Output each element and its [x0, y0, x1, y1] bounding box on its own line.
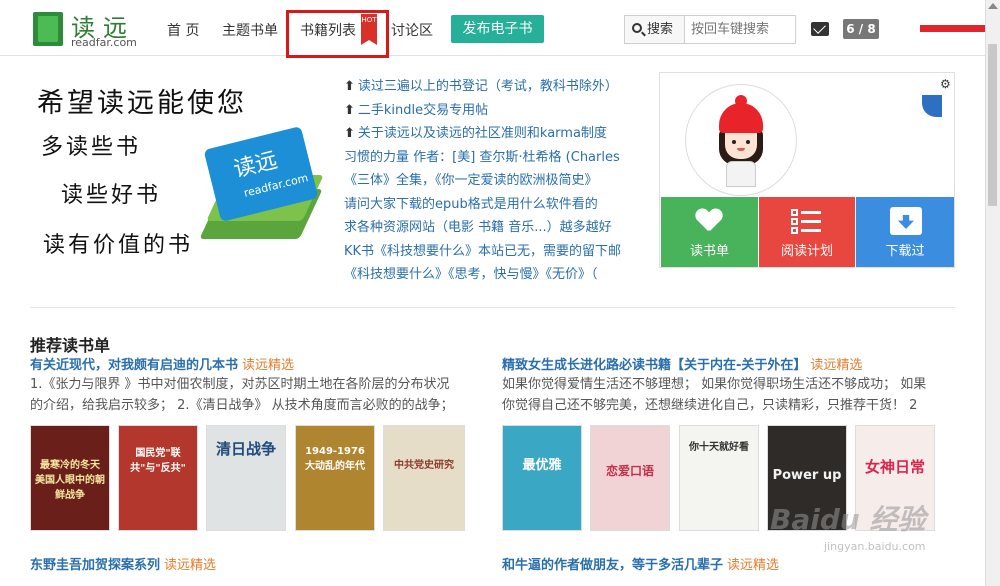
search-box: 搜索 — [624, 15, 796, 44]
section-title: 推荐读书单 — [30, 336, 111, 355]
bookmark-flag-icon — [922, 95, 942, 117]
editor-pick-tag: 读远精选 — [164, 558, 217, 573]
baidu-watermark-url: jingyan.baidu.com — [824, 540, 926, 553]
notice-item[interactable]: 《三体》全集，《你一定爱读的欧洲极简史》 — [344, 169, 644, 193]
book-cover[interactable]: 国民党"联共"与"反共" — [118, 425, 198, 531]
book-cover[interactable]: 你十天就好看 — [679, 425, 759, 531]
book-stack-illustration: 读远 readfar.com — [199, 126, 324, 245]
slogan-line-3: 读些好书 — [61, 183, 162, 208]
pin-arrow-icon: ⬆ — [344, 102, 355, 118]
search-input[interactable] — [686, 16, 795, 43]
notice-item[interactable]: ⬆ 关于读远以及读远的社区准则和karma制度 — [344, 122, 644, 146]
book-cover[interactable]: 1949-1976 大动乱的年代 — [295, 425, 375, 531]
editor-pick-tag: 读远精选 — [727, 558, 780, 573]
notice-item[interactable]: ⬆ 二手kindle交易专用帖 — [344, 99, 644, 123]
download-folder-icon — [890, 207, 922, 235]
avatar[interactable] — [685, 84, 797, 196]
tile-label: 读书单 — [689, 244, 729, 259]
notice-list: ⬆ 读过三遍以上的书登记（考试，教科书除外） ⬆ 二手kindle交易专用帖 ⬆ 关于… — [344, 75, 644, 287]
logo-book-icon — [33, 12, 63, 46]
tile-label: 阅读计划 — [780, 244, 833, 259]
book-cover[interactable]: 最寒冷的冬天 美国人眼中的朝鲜战争 — [30, 425, 110, 531]
gear-icon[interactable]: ⚙ — [940, 77, 951, 91]
site-logo[interactable]: 读远 readfar.com — [33, 10, 153, 50]
publish-ebook-button[interactable]: 发布电子书 — [451, 15, 544, 43]
booklist-title[interactable]: 有关近现代，对我颇有启迪的几本书 读远精选 — [30, 354, 294, 373]
notice-item[interactable]: 《科技想要什么》《思考，快与慢》《无价》（ — [344, 263, 644, 287]
book-cover[interactable]: 恋爱口语 — [590, 425, 670, 531]
reading-plan-tile[interactable]: 阅读计划 — [759, 197, 855, 267]
book-cover[interactable]: 最优雅 — [502, 425, 582, 531]
booklist-title[interactable]: 精致女生成长进化路必读书籍【关于内在-关于外在】 读远精选 — [502, 354, 862, 373]
baidu-watermark: Baidu 经验 — [770, 503, 926, 536]
pin-arrow-icon: ⬆ — [344, 126, 355, 141]
reading-list-tile[interactable]: 读书单 — [661, 197, 758, 267]
search-button-label: 搜索 — [647, 22, 674, 37]
notice-item[interactable]: KK书《科技想要什么》本站已无，需要的留下邮 — [344, 240, 644, 264]
slogan-line-1: 希望读远能使您 — [37, 88, 247, 119]
booklist-description: 如果你觉得爱情生活还不够理想； 如果你觉得职场生活还不够成功； 如果 你觉得自己… — [502, 377, 927, 413]
mail-icon[interactable] — [811, 22, 829, 36]
scroll-up-arrow-icon[interactable] — [988, 3, 998, 9]
section-divider — [30, 307, 955, 308]
book-list-highlight-box — [286, 10, 389, 58]
message-count-badge[interactable]: 6 / 8 — [843, 19, 879, 39]
nav-forum[interactable]: 讨论区 — [391, 20, 433, 40]
checklist-icon — [791, 207, 823, 235]
downloaded-tile[interactable]: 下载过 — [856, 197, 954, 267]
nav-home[interactable]: 首 页 — [167, 20, 199, 40]
search-button[interactable]: 搜索 — [625, 16, 685, 43]
notice-item[interactable]: 习惯的力量 作者：[美] 查尔斯·杜希格 (Charles — [344, 146, 644, 170]
editor-pick-tag: 读远精选 — [242, 358, 295, 373]
slogan-line-4: 读有价值的书 — [43, 233, 194, 258]
editor-pick-tag: 读远精选 — [810, 358, 863, 373]
pin-arrow-icon: ⬆ — [344, 79, 355, 94]
booklist-description: 1.《张力与限界 》书中对佃农制度，对苏区时期土地在各阶层的分布状况 的介绍，给… — [30, 377, 454, 413]
logo-domain: readfar.com — [71, 36, 137, 49]
book-cover[interactable]: 清日战争 — [206, 425, 286, 531]
notice-item[interactable]: 请问大家下载的epub格式是用什么软件看的 — [344, 193, 644, 217]
search-icon — [632, 23, 642, 33]
top-navbar: 读远 readfar.com 首 页 主题书单 书籍列表 HOT 讨论区 发布电… — [0, 0, 985, 56]
booklist-title[interactable]: 东野圭吾加贺探案系列 读远精选 — [30, 554, 216, 573]
notice-item[interactable]: 求各种资源网站（电影 书籍 音乐...）越多越好 — [344, 216, 644, 240]
book-cover[interactable]: 中共党史研究 — [383, 425, 465, 531]
user-profile-card: ⚙ 读书单 阅读计划 下载过 — [659, 72, 955, 268]
nav-theme-lists[interactable]: 主题书单 — [222, 20, 278, 40]
slogan-banner[interactable]: 希望读远能使您 多读些书 读些好书 读有价值的书 读远 readfar.com — [33, 75, 327, 268]
heart-icon — [696, 209, 722, 233]
notice-item[interactable]: ⬆ 读过三遍以上的书登记（考试，教科书除外） — [344, 75, 644, 99]
tile-label: 下载过 — [885, 244, 925, 259]
slogan-line-2: 多读些书 — [41, 135, 142, 160]
booklist-title[interactable]: 和牛逼的作者做朋友，等于多活几辈子 读远精选 — [502, 554, 779, 573]
scrollbar-thumb[interactable] — [988, 44, 997, 206]
